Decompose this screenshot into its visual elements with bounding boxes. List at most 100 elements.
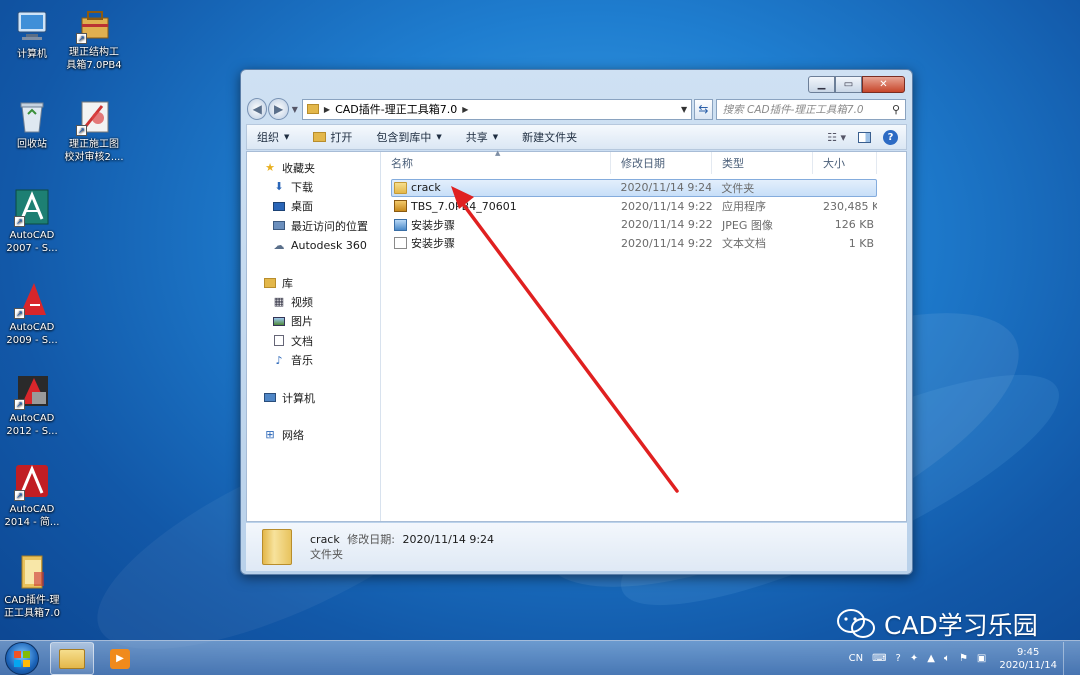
close-button[interactable]: ✕ (862, 76, 905, 93)
nav-item-downloads[interactable]: ⬇ 下载 (247, 177, 380, 197)
clock[interactable]: 9:45 2020/11/14 (999, 646, 1057, 672)
nav-item-music[interactable]: ♪ 音乐 (247, 351, 380, 371)
nav-network[interactable]: ⊞ 网络 (247, 425, 380, 444)
volume-icon[interactable]: 🔈︎ (944, 653, 950, 664)
drawing-icon: ↗ (74, 96, 114, 136)
refresh-icon: ⇆ (698, 102, 709, 116)
new-folder-button[interactable]: 新建文件夹 (522, 129, 577, 145)
network-tray-icon[interactable]: ▣ (977, 653, 986, 664)
sort-ascending-icon: ▲ (495, 149, 501, 157)
nav-favorites[interactable]: ★ 收藏夹 (247, 158, 380, 177)
nav-label: 收藏夹 (282, 161, 315, 175)
nav-item-pictures[interactable]: 图片 (247, 312, 380, 332)
show-hidden-icons-icon[interactable]: ▲ (927, 653, 935, 664)
file-type: 应用程序 (722, 200, 766, 214)
file-row-installer[interactable]: TBS_7.0PB4_70601 2020/11/14 9:22 应用程序 23… (381, 198, 906, 216)
desktop-icon-label: 2007 - S... (6, 243, 58, 254)
details-modified-value: 2020/11/14 9:24 (402, 533, 495, 546)
desktop-icon-autocad-2012[interactable]: ↗ AutoCAD 2012 - S... (0, 370, 64, 438)
column-header-date[interactable]: 修改日期 (611, 152, 712, 174)
taskbar-media-button[interactable]: ▶ (100, 642, 140, 675)
breadcrumb-item[interactable]: CAD插件-理正工具箱7.0 (335, 101, 457, 117)
file-date: 2020/11/14 9:22 (621, 218, 712, 232)
nav-item-autodesk-360[interactable]: ☁ Autodesk 360 (247, 236, 380, 256)
nav-item-desktop[interactable]: 桌面 (247, 197, 380, 217)
desktop-icon-autocad-2009[interactable]: ↗ AutoCAD 2009 - S... (0, 279, 64, 347)
open-button[interactable]: 打开 (313, 129, 352, 145)
autocad-2014-icon: ↗ (12, 461, 52, 501)
organize-button[interactable]: 组织 ▼ (257, 129, 289, 145)
nav-label: 视频 (291, 295, 313, 309)
language-indicator[interactable]: CN (849, 653, 863, 664)
chevron-down-icon: ▼ (492, 133, 499, 141)
refresh-button[interactable]: ⇆ (694, 98, 713, 120)
forward-button[interactable]: ▶ (268, 98, 289, 120)
breadcrumb-chevron-icon[interactable]: ▶ (324, 105, 330, 114)
file-row-crack[interactable]: crack 2020/11/14 9:24 文件夹 (391, 179, 877, 197)
share-label: 共享 (465, 131, 488, 144)
nav-computer[interactable]: 计算机 (247, 388, 380, 407)
system-tray: CN ⌨ ? ✦ ▲ 🔈︎ ⚑ ▣ 9:45 2020/11/14 (849, 641, 1075, 675)
window-controls: ▁ ▭ ✕ (808, 76, 905, 93)
nav-item-recent-places[interactable]: 最近访问的位置 (247, 216, 380, 236)
breadcrumb-chevron-icon[interactable]: ▶ (462, 105, 468, 114)
preview-pane-icon[interactable] (858, 131, 871, 143)
clock-time: 9:45 (1016, 646, 1040, 658)
details-name: crack (310, 533, 340, 546)
libraries-icon (263, 277, 277, 289)
desktop-icon-drawing[interactable]: ↗ 理正施工图 校对审核2.... (62, 96, 126, 164)
application-icon (394, 200, 407, 213)
column-header-type[interactable]: 类型 (712, 152, 813, 174)
folder-large-icon (262, 529, 292, 565)
folder-icon (12, 552, 52, 592)
settings-tray-icon[interactable]: ✦ (910, 653, 918, 664)
folder-small-icon (306, 104, 319, 114)
nav-item-videos[interactable]: ▦ 视频 (247, 292, 380, 312)
column-header-size[interactable]: 大小 (813, 152, 877, 174)
file-name: TBS_7.0PB4_70601 (411, 199, 517, 213)
search-input[interactable]: 搜索 CAD插件-理正工具箱7.0 ⚲ (715, 98, 907, 120)
share-button[interactable]: 共享 ▼ (466, 129, 498, 145)
minimize-button[interactable]: ▁ (808, 76, 835, 93)
desktop-icon-autocad-2014[interactable]: ↗ AutoCAD 2014 - 简... (0, 461, 64, 529)
start-button[interactable] (5, 642, 39, 675)
desktop-icon (272, 200, 286, 212)
nav-libraries[interactable]: 库 (247, 273, 380, 292)
explorer-folder-icon (59, 648, 85, 669)
desktop-icon-label: 正工具箱7.0 (4, 608, 60, 619)
image-file-icon (394, 218, 407, 231)
nav-label: 最近访问的位置 (291, 219, 368, 233)
show-desktop-button[interactable] (1063, 642, 1075, 675)
address-dropdown-icon[interactable]: ▼ (681, 105, 687, 114)
help-icon[interactable]: ? (883, 129, 898, 145)
nav-label: 图片 (291, 315, 313, 329)
recent-pages-dropdown-icon[interactable]: ▼ (292, 105, 298, 114)
keyboard-icon[interactable]: ⌨ (872, 653, 886, 664)
desktop-icon-recycle-bin[interactable]: 回收站 (0, 96, 64, 151)
search-icon[interactable]: ⚲ (892, 103, 900, 116)
nav-label: 网络 (282, 428, 304, 442)
content-area: ★ 收藏夹 ⬇ 下载 桌面 最近访问的位置 ☁ Autodesk 360 库 ▦ 视频 … (246, 149, 907, 522)
new-folder-label: 新建文件夹 (522, 131, 578, 144)
column-header-row: ▲ 名称 修改日期 类型 大小 (381, 149, 906, 174)
include-in-library-button[interactable]: 包含到库中 ▼ (376, 129, 441, 145)
file-row-install-steps-jpg[interactable]: 安装步骤 2020/11/14 9:22 JPEG 图像 126 KB (381, 216, 906, 234)
desktop-icon-computer[interactable]: 计算机 (0, 6, 64, 61)
maximize-button[interactable]: ▭ (835, 76, 862, 93)
desktop-icon-folder[interactable]: CAD插件-理 正工具箱7.0 (0, 552, 64, 620)
file-type: JPEG 图像 (722, 218, 773, 232)
back-button[interactable]: ◀ (247, 98, 268, 120)
address-bar[interactable]: ▶ CAD插件-理正工具箱7.0 ▶ ▼ (301, 98, 693, 120)
desktop-icon-autocad-2007[interactable]: ↗ AutoCAD 2007 - S... (0, 187, 64, 255)
cloud-icon: ☁ (273, 238, 285, 252)
view-options-icon[interactable]: ☷ ▾ (827, 131, 846, 144)
taskbar-explorer-button[interactable] (50, 642, 94, 675)
nav-item-documents[interactable]: 文档 (247, 331, 380, 351)
help-tray-icon[interactable]: ? (896, 653, 901, 664)
flag-icon[interactable]: ⚑ (959, 653, 968, 664)
file-row-install-steps-txt[interactable]: 安装步骤 2020/11/14 9:22 文本文档 1 KB (381, 235, 906, 253)
desktop-icon-label: CAD插件-理 (4, 595, 60, 606)
nav-label: 桌面 (291, 200, 313, 214)
desktop-icon-toolbox[interactable]: ↗ 理正结构工 具箱7.0PB4 (62, 4, 126, 72)
column-label: 名称 (391, 157, 413, 170)
